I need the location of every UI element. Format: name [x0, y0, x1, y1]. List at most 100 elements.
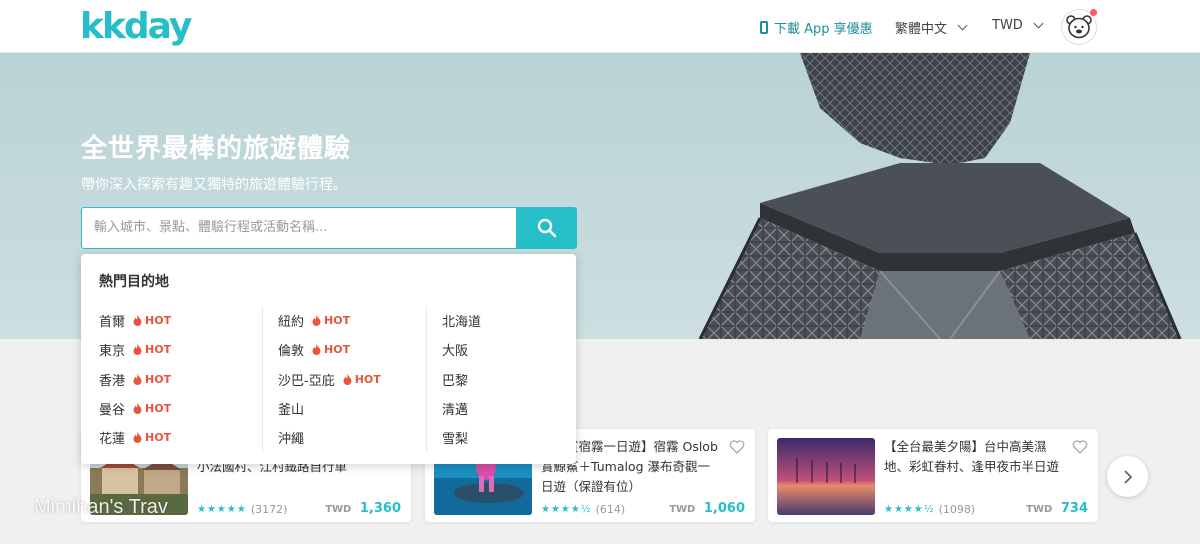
- rating-stars: ★★★★½: [541, 504, 592, 515]
- product-card[interactable]: 【全台最美夕陽】台中高美濕地、彩虹眷村、逢甲夜市半日遊 ★★★★½ (1098)…: [768, 429, 1098, 522]
- rating: ★★★★★ (3172): [197, 503, 287, 516]
- rating: ★★★★½ (614): [541, 503, 625, 516]
- download-app-link[interactable]: 下載 App 享優惠: [760, 18, 873, 37]
- currency-label: TWD: [992, 18, 1023, 33]
- review-count: (614): [595, 503, 626, 516]
- destination-item[interactable]: 東京 HOT: [99, 335, 263, 364]
- price-currency: TWD: [1026, 504, 1053, 515]
- hot-label: HOT: [145, 314, 172, 328]
- hot-badge: HOT: [133, 431, 171, 444]
- destination-name: 首爾: [99, 315, 126, 331]
- hot-badge: HOT: [133, 373, 171, 386]
- hot-label: HOT: [354, 372, 381, 386]
- hot-badge: HOT: [343, 373, 381, 386]
- hot-label: HOT: [324, 343, 351, 357]
- card-title: 【全台最美夕陽】台中高美濕地、彩虹眷村、逢甲夜市半日遊: [884, 439, 1060, 474]
- rating-stars: ★★★★½: [884, 504, 935, 515]
- search-icon: [537, 218, 556, 238]
- price-value: 734: [1060, 501, 1088, 516]
- chevron-down-icon: [1033, 18, 1044, 29]
- destination-item[interactable]: 釜山: [263, 394, 426, 423]
- destination-name: 大阪: [442, 344, 469, 360]
- destination-name: 沖繩: [278, 432, 305, 448]
- destination-name: 北海道: [442, 315, 482, 331]
- destination-name: 雪梨: [442, 432, 469, 448]
- destination-name: 沙巴-亞庇: [278, 373, 335, 389]
- price: TWD 1,060: [669, 501, 745, 516]
- destination-item[interactable]: 花蓮 HOT: [99, 423, 263, 452]
- heart-icon[interactable]: [1072, 439, 1088, 458]
- language-label: 繁體中文: [895, 22, 948, 37]
- hot-badge: HOT: [133, 402, 171, 415]
- destination-item[interactable]: 北海道: [427, 306, 590, 335]
- rating-stars: ★★★★★: [197, 504, 247, 515]
- destination-name: 東京: [99, 344, 126, 360]
- notification-dot: [1090, 9, 1097, 16]
- kkday-logo[interactable]: kkday: [80, 5, 192, 47]
- destination-column: 北海道大阪巴黎清邁雪梨: [426, 306, 590, 453]
- price: TWD 1,360: [325, 501, 401, 516]
- price-value: 1,360: [359, 501, 401, 516]
- phone-icon: [760, 21, 768, 34]
- hot-label: HOT: [145, 402, 172, 416]
- destination-item[interactable]: 雪梨: [427, 423, 590, 452]
- destination-name: 香港: [99, 373, 126, 389]
- currency-selector[interactable]: TWD: [992, 18, 1044, 33]
- flame-icon: [343, 373, 352, 385]
- watermark: Mimihan's Trav: [34, 496, 168, 518]
- price-value: 1,060: [703, 501, 745, 516]
- card-image: [777, 438, 875, 515]
- destination-item[interactable]: 香港 HOT: [99, 365, 263, 394]
- hot-badge: HOT: [133, 343, 171, 356]
- chevron-right-icon: [1123, 469, 1132, 484]
- rating: ★★★★½ (1098): [884, 503, 975, 516]
- destination-column: 紐約 HOT 倫敦 HOT 沙巴-亞庇 HOT 釜山沖繩: [262, 306, 426, 453]
- hot-label: HOT: [145, 343, 172, 357]
- destination-item[interactable]: 巴黎: [427, 365, 590, 394]
- review-count: (1098): [938, 503, 976, 516]
- destination-item[interactable]: 沖繩: [263, 423, 426, 452]
- price: TWD 734: [1026, 501, 1088, 516]
- search-button[interactable]: [516, 207, 577, 249]
- chevron-down-icon: [957, 20, 968, 31]
- hot-label: HOT: [145, 431, 172, 445]
- flame-icon: [133, 432, 142, 444]
- destination-item[interactable]: 清邁: [427, 394, 590, 423]
- destination-item[interactable]: 首爾 HOT: [99, 306, 263, 335]
- logo-text: kkday: [80, 5, 192, 47]
- price-currency: TWD: [325, 504, 352, 515]
- dropdown-title: 熱門目的地: [99, 274, 169, 290]
- hot-badge: HOT: [312, 343, 350, 356]
- hot-badge: HOT: [312, 314, 350, 327]
- destination-name: 紐約: [278, 315, 305, 331]
- carousel-next-button[interactable]: [1107, 456, 1148, 497]
- price-currency: TWD: [669, 504, 696, 515]
- destination-name: 曼谷: [99, 403, 126, 419]
- bear-icon: [1066, 15, 1092, 39]
- destination-item[interactable]: 曼谷 HOT: [99, 394, 263, 423]
- destination-name: 倫敦: [278, 344, 305, 360]
- hot-label: HOT: [324, 314, 351, 328]
- destination-name: 清邁: [442, 403, 469, 419]
- flame-icon: [133, 344, 142, 356]
- popular-destinations-dropdown: 熱門目的地 首爾 HOT 東京 HOT 香港 HOT 曼谷 HOT 花蓮 HOT 紐約 HOT 倫敦 H…: [81, 254, 576, 464]
- destination-column: 首爾 HOT 東京 HOT 香港 HOT 曼谷 HOT 花蓮 HOT: [99, 306, 263, 452]
- hot-badge: HOT: [133, 314, 171, 327]
- destination-item[interactable]: 大阪: [427, 335, 590, 364]
- destination-item[interactable]: 紐約 HOT: [263, 306, 426, 335]
- hero-subtitle: 帶你深入探索有趣又獨特的旅遊體驗行程。: [81, 177, 347, 193]
- destination-name: 巴黎: [442, 373, 469, 389]
- flame-icon: [312, 344, 321, 356]
- heart-icon[interactable]: [729, 439, 745, 458]
- flame-icon: [312, 315, 321, 327]
- destination-name: 花蓮: [99, 432, 126, 448]
- search-input[interactable]: 輸入城市、景點、體驗行程或活動名稱...: [81, 207, 517, 249]
- flame-icon: [133, 373, 142, 385]
- flame-icon: [133, 403, 142, 415]
- language-selector[interactable]: 繁體中文: [895, 18, 968, 37]
- flame-icon: [133, 315, 142, 327]
- destination-name: 釜山: [278, 403, 305, 419]
- destination-item[interactable]: 倫敦 HOT: [263, 335, 426, 364]
- top-header: kkday 下載 App 享優惠 繁體中文 TWD: [0, 0, 1200, 53]
- destination-item[interactable]: 沙巴-亞庇 HOT: [263, 365, 426, 394]
